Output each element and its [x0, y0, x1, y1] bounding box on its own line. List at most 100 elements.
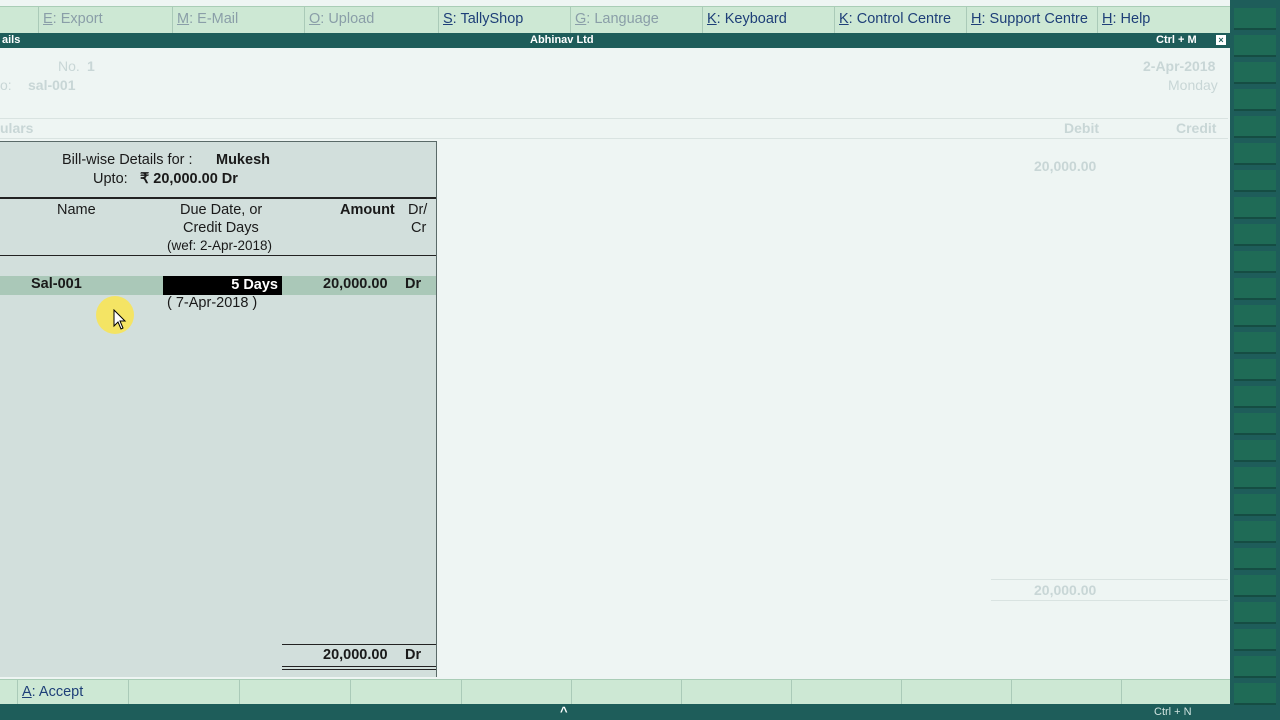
bottom-button[interactable] — [1011, 680, 1121, 705]
column-divider — [0, 255, 436, 256]
menu-label: : Language — [586, 11, 659, 27]
debit-header: Debit — [1064, 120, 1099, 136]
voucher-no: 1 — [87, 58, 95, 74]
side-button[interactable] — [1234, 332, 1276, 354]
bottom-button[interactable] — [239, 680, 350, 705]
bottom-button[interactable] — [791, 680, 901, 705]
menu-export[interactable]: E: Export — [38, 7, 172, 33]
bottom-button[interactable] — [681, 680, 791, 705]
screen-title: ails — [2, 34, 21, 46]
menu-keyboard[interactable]: K: Keyboard — [702, 7, 834, 33]
bottom-button[interactable] — [1121, 680, 1230, 705]
side-button[interactable] — [1234, 305, 1276, 327]
menu-support-centre[interactable]: H: Support Centre — [966, 7, 1097, 33]
column-drcr-cr: Cr — [411, 220, 427, 236]
party-name: Mukesh — [216, 152, 270, 168]
menu-key: M — [177, 11, 190, 27]
bottom-button[interactable] — [350, 680, 461, 705]
bottom-button[interactable] — [901, 680, 1011, 705]
side-button[interactable] — [1234, 224, 1276, 246]
side-button[interactable] — [1234, 170, 1276, 192]
divider — [0, 118, 1228, 119]
side-button[interactable] — [1234, 467, 1276, 489]
menu-label: : Support Centre — [981, 11, 1088, 27]
close-icon[interactable]: × — [1216, 35, 1226, 45]
column-amount: Amount — [340, 202, 395, 218]
bill-amount: 20,000.00 — [323, 276, 388, 292]
voucher-day: Monday — [1168, 77, 1218, 93]
reference-value: sal-001 — [28, 77, 76, 93]
side-button[interactable] — [1234, 251, 1276, 273]
credit-days-input[interactable]: 5 Days — [163, 276, 282, 295]
menu-key: G — [575, 11, 587, 27]
side-button[interactable] — [1234, 359, 1276, 381]
menu-control-centre[interactable]: K: Control Centre — [834, 7, 966, 33]
bottom-button[interactable] — [461, 680, 571, 705]
billwise-details-panel: Bill-wise Details for : Mukesh Upto: ₹ 2… — [0, 141, 437, 677]
side-button[interactable] — [1234, 386, 1276, 408]
bill-drcr: Dr — [405, 276, 422, 292]
menu-key: K — [839, 11, 849, 27]
accept-key: A — [22, 684, 32, 700]
menu-label: : Export — [52, 11, 103, 27]
divider — [991, 579, 1228, 580]
side-button[interactable] — [1234, 656, 1276, 678]
divider — [0, 138, 1228, 139]
column-drcr: Dr/ — [408, 202, 428, 218]
side-button[interactable] — [1234, 35, 1276, 57]
total-top-line — [282, 644, 436, 645]
menu-email[interactable]: M: E-Mail — [172, 7, 304, 33]
side-button[interactable] — [1234, 548, 1276, 570]
menu-key: H — [971, 11, 982, 27]
side-button[interactable] — [1234, 197, 1276, 219]
side-button[interactable] — [1234, 440, 1276, 462]
menu-language[interactable]: G: Language — [570, 7, 702, 33]
bottom-button-bar: A: Accept — [0, 679, 1230, 705]
menu-key: H — [1102, 11, 1113, 27]
side-button[interactable] — [1234, 494, 1276, 516]
status-bar: ^ Ctrl + N — [0, 704, 1230, 720]
menu-label: : Help — [1112, 11, 1151, 27]
bottom-button[interactable] — [128, 680, 239, 705]
column-due-date: Due Date, or — [180, 202, 263, 218]
side-button[interactable] — [1234, 602, 1276, 624]
menu-key: K — [707, 11, 717, 27]
menu-help[interactable]: H: Help — [1097, 7, 1230, 33]
reference-label: o: — [0, 77, 12, 93]
menu-label: : TallyShop — [452, 11, 524, 27]
menu-label: : Upload — [320, 11, 375, 27]
side-button[interactable] — [1234, 8, 1276, 30]
side-button[interactable] — [1234, 521, 1276, 543]
side-button[interactable] — [1234, 143, 1276, 165]
side-button[interactable] — [1234, 116, 1276, 138]
menu-label: : Keyboard — [716, 11, 787, 27]
side-button[interactable] — [1234, 62, 1276, 84]
accept-button[interactable]: A: Accept — [17, 680, 128, 705]
menu-upload[interactable]: O: Upload — [304, 7, 438, 33]
bill-name: Sal-001 — [31, 276, 82, 292]
upto-label: Upto: — [93, 171, 128, 187]
bottom-button[interactable] — [571, 680, 681, 705]
title-bar: ails Abhinav Ltd Ctrl + M × — [0, 33, 1230, 48]
menu-label: : Control Centre — [848, 11, 952, 27]
debit-total: 20,000.00 — [1034, 582, 1097, 598]
voucher-no-label: No. — [58, 58, 80, 74]
voucher-date: 2-Apr-2018 — [1143, 58, 1216, 74]
accept-label: : Accept — [31, 684, 84, 700]
column-name: Name — [57, 202, 96, 218]
mouse-pointer-icon — [113, 309, 127, 330]
side-button[interactable] — [1234, 629, 1276, 651]
header-divider — [0, 197, 436, 199]
particulars-header: ulars — [0, 120, 34, 136]
side-button[interactable] — [1234, 89, 1276, 111]
menu-label: : E-Mail — [189, 11, 239, 27]
side-button[interactable] — [1234, 413, 1276, 435]
side-button[interactable] — [1234, 575, 1276, 597]
status-shortcut: Ctrl + N — [1154, 706, 1192, 718]
expand-arrow-icon[interactable]: ^ — [560, 704, 568, 719]
company-name: Abhinav Ltd — [530, 34, 594, 46]
menu-tallyshop[interactable]: S: TallyShop — [438, 7, 570, 33]
side-button[interactable] — [1234, 278, 1276, 300]
menu-key: S — [443, 11, 453, 27]
side-button[interactable] — [1234, 683, 1276, 705]
